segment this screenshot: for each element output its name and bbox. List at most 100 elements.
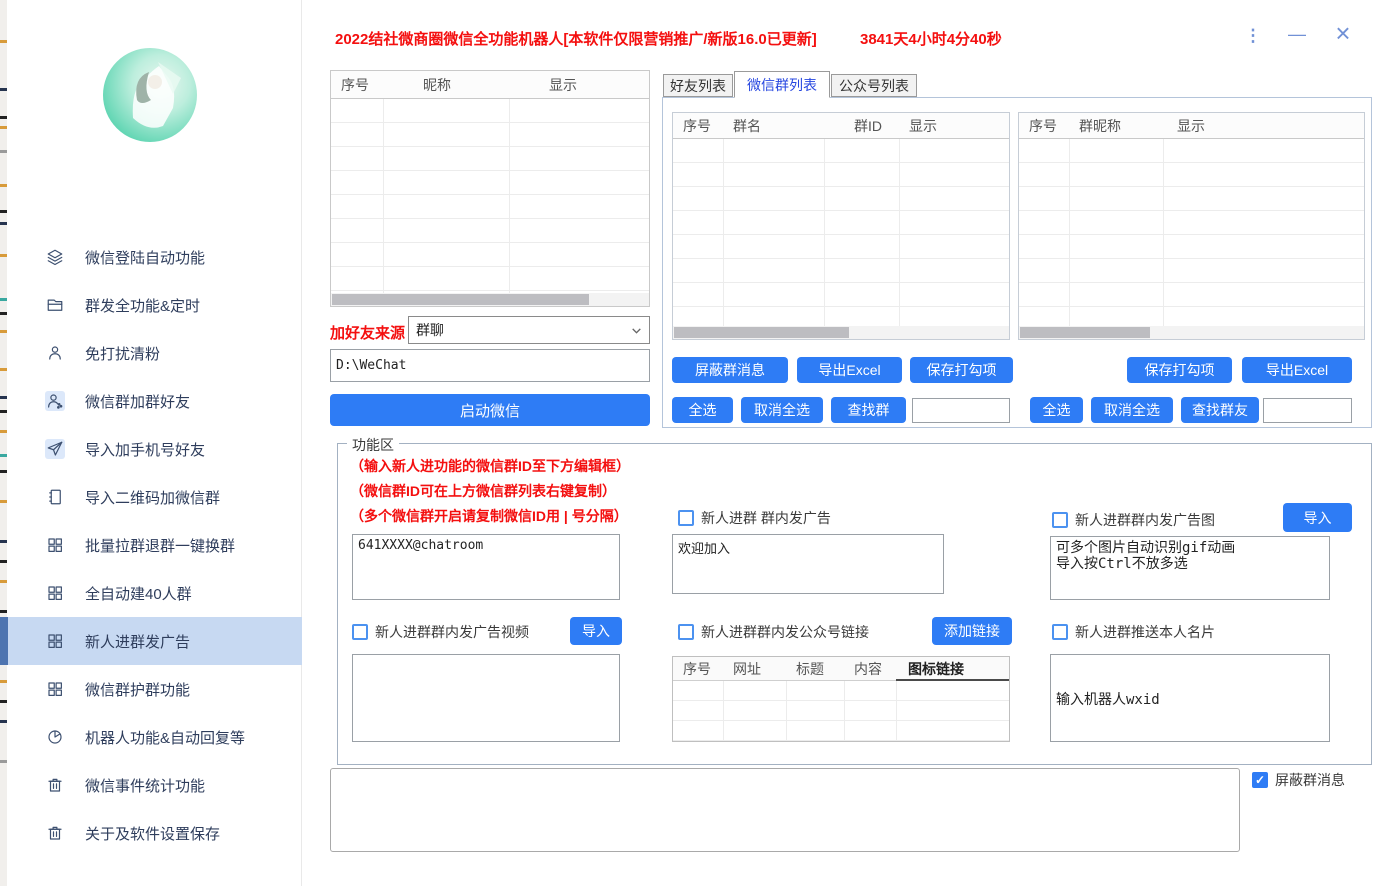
tab-friend-list[interactable]: 好友列表 xyxy=(663,74,733,97)
export-excel-button[interactable]: 导出Excel xyxy=(797,357,902,383)
friend-source-select[interactable]: 群聊 xyxy=(408,316,650,344)
column-divider xyxy=(1069,139,1070,326)
column-header: 图标链接 xyxy=(896,659,964,679)
tab-official-account-list[interactable]: 公众号列表 xyxy=(831,74,917,97)
sidebar-item-auto-create-40-group[interactable]: 全自动建40人群 xyxy=(7,569,302,617)
sidebar-item-label: 导入加手机号好友 xyxy=(85,439,205,460)
add-friend-source-label: 加好友来源 xyxy=(330,322,405,343)
add-link-button[interactable]: 添加链接 xyxy=(932,617,1012,645)
app-title: 2022结社微商圈微信全功能机器人[本软件仅限营销推广/新版16.0已更新] xyxy=(335,28,817,49)
sidebar-menu: 微信登陆自动功能 群发全功能&定时 免打扰清粉 微信群加群好友 xyxy=(7,233,302,857)
import-image-button[interactable]: 导入 xyxy=(1283,503,1352,532)
group-table-hscrollbar[interactable] xyxy=(673,326,1009,339)
welcome-message-textarea[interactable]: 欢迎加入 xyxy=(672,534,944,594)
friend-table-body[interactable] xyxy=(331,99,649,293)
scrollbar-thumb[interactable] xyxy=(332,294,589,305)
sidebar-item-robot-autoreply[interactable]: 机器人功能&自动回复等 xyxy=(7,713,302,761)
friend-table-hscrollbar[interactable] xyxy=(331,293,649,306)
member-table-header: 序号 群昵称 显示 xyxy=(1019,113,1364,139)
window-close-icon[interactable]: × xyxy=(1328,18,1358,49)
find-member-button[interactable]: 查找群友 xyxy=(1181,397,1259,423)
friend-list-table: 序号 昵称 显示 xyxy=(330,70,650,307)
deselect-all-groups-button[interactable]: 取消全选 xyxy=(741,397,823,423)
paper-plane-icon xyxy=(45,439,65,459)
checkbox-label: 新人进群群内发广告视频 xyxy=(375,622,529,642)
find-member-input[interactable] xyxy=(1263,398,1352,423)
hint-line: （微信群ID可在上方微信群列表右键复制） xyxy=(350,481,616,501)
sidebar-item-mass-send-timer[interactable]: 群发全功能&定时 xyxy=(7,281,302,329)
sidebar-item-newcomer-ad[interactable]: 新人进群发广告 xyxy=(7,617,302,665)
group-ids-textarea[interactable]: 641XXXX@chatroom xyxy=(352,534,620,600)
select-all-members-button[interactable]: 全选 xyxy=(1030,397,1083,423)
member-table-body[interactable] xyxy=(1019,139,1364,326)
tab-wechat-group-list[interactable]: 微信群列表 xyxy=(734,71,830,98)
ad-video-textarea[interactable] xyxy=(352,654,620,742)
checkbox-checked-icon[interactable]: ✓ xyxy=(1252,772,1268,788)
member-export-excel-button[interactable]: 导出Excel xyxy=(1242,357,1352,383)
start-wechat-button[interactable]: 启动微信 xyxy=(330,394,650,426)
checkbox-icon[interactable] xyxy=(352,624,368,640)
find-group-input[interactable] xyxy=(912,398,1010,423)
checkbox-icon[interactable] xyxy=(678,510,694,526)
sidebar-item-about-settings[interactable]: 关于及软件设置保存 xyxy=(7,809,302,857)
group-table-body[interactable] xyxy=(673,139,1009,326)
sidebar-item-label: 微信群加群好友 xyxy=(85,391,190,412)
column-divider xyxy=(509,99,510,293)
notebook-icon xyxy=(45,487,65,507)
sidebar-item-event-stats[interactable]: 微信事件统计功能 xyxy=(7,761,302,809)
sidebar-item-group-guard[interactable]: 微信群护群功能 xyxy=(7,665,302,713)
scrollbar-thumb[interactable] xyxy=(1020,327,1150,338)
sidebar-item-label: 关于及软件设置保存 xyxy=(85,823,220,844)
sidebar-item-batch-group-switch[interactable]: 批量拉群退群一键换群 xyxy=(7,521,302,569)
deselect-all-members-button[interactable]: 取消全选 xyxy=(1091,397,1173,423)
grid-icon xyxy=(45,679,65,699)
wechat-path-input[interactable] xyxy=(330,349,650,382)
column-divider xyxy=(723,139,724,326)
sidebar-item-group-add-friends[interactable]: 微信群加群好友 xyxy=(7,377,302,425)
block-group-messages-button[interactable]: 屏蔽群消息 xyxy=(672,357,788,383)
window-minimize-icon[interactable]: — xyxy=(1284,24,1310,45)
trash-icon xyxy=(45,823,65,843)
avatar[interactable] xyxy=(103,48,197,142)
group-table: 序号 群名 群ID 显示 xyxy=(672,112,1010,340)
sidebar-item-import-qrcode-groups[interactable]: 导入二维码加微信群 xyxy=(7,473,302,521)
window-menu-icon[interactable]: ⋮ xyxy=(1244,26,1262,46)
hint-line: （输入新人进功能的微信群ID至下方编辑框） xyxy=(350,456,630,476)
friend-source-value: 群聊 xyxy=(416,320,444,340)
layers-icon xyxy=(45,247,65,267)
save-checked-button[interactable]: 保存打勾项 xyxy=(910,357,1013,383)
sidebar-item-import-phone-friends[interactable]: 导入加手机号好友 xyxy=(7,425,302,473)
sidebar-item-wechat-login-auto[interactable]: 微信登陆自动功能 xyxy=(7,233,302,281)
sidebar-item-label: 导入二维码加微信群 xyxy=(85,487,220,508)
block-group-messages-checkrow[interactable]: ✓ 屏蔽群消息 xyxy=(1252,770,1345,790)
member-save-checked-button[interactable]: 保存打勾项 xyxy=(1127,357,1232,383)
checkbox-label: 新人进群群内发广告图 xyxy=(1075,510,1215,530)
ad-image-textarea[interactable]: 可多个图片自动识别gif动画 导入按Ctrl不放多选 xyxy=(1050,536,1330,600)
sidebar-item-label: 群发全功能&定时 xyxy=(85,295,200,316)
select-all-groups-button[interactable]: 全选 xyxy=(672,397,733,423)
newcomer-ad-video-checkrow[interactable]: 新人进群群内发广告视频 xyxy=(352,622,529,642)
import-video-button[interactable]: 导入 xyxy=(570,617,622,645)
newcomer-ad-image-checkrow[interactable]: 新人进群群内发广告图 xyxy=(1052,510,1215,530)
app-window: 微信登陆自动功能 群发全功能&定时 免打扰清粉 微信群加群好友 xyxy=(0,0,1374,886)
scrollbar-thumb[interactable] xyxy=(674,327,849,338)
sidebar-item-clean-fans[interactable]: 免打扰清粉 xyxy=(7,329,302,377)
newcomer-official-link-checkrow[interactable]: 新人进群群内发公众号链接 xyxy=(678,622,869,642)
column-header: 昵称 xyxy=(383,75,509,95)
column-header: 显示 xyxy=(899,116,937,136)
official-link-table: 序号 网址 标题 内容 图标链接 xyxy=(672,656,1010,742)
newcomer-ad-text-checkrow[interactable]: 新人进群 群内发广告 xyxy=(678,508,831,528)
checkbox-icon[interactable] xyxy=(678,624,694,640)
member-table-hscrollbar[interactable] xyxy=(1019,326,1364,339)
checkbox-icon[interactable] xyxy=(1052,624,1068,640)
column-header: 标题 xyxy=(786,659,844,679)
newcomer-name-card-checkrow[interactable]: 新人进群推送本人名片 xyxy=(1052,622,1215,642)
robot-wxid-textarea[interactable]: 输入机器人wxid xyxy=(1050,654,1330,742)
folder-icon xyxy=(45,295,65,315)
sidebar-item-label: 批量拉群退群一键换群 xyxy=(85,535,235,556)
pie-chart-icon xyxy=(45,727,65,747)
checkbox-icon[interactable] xyxy=(1052,512,1068,528)
link-table-body[interactable] xyxy=(673,681,1009,741)
log-output-box[interactable] xyxy=(330,768,1240,852)
find-group-button[interactable]: 查找群 xyxy=(831,397,906,423)
